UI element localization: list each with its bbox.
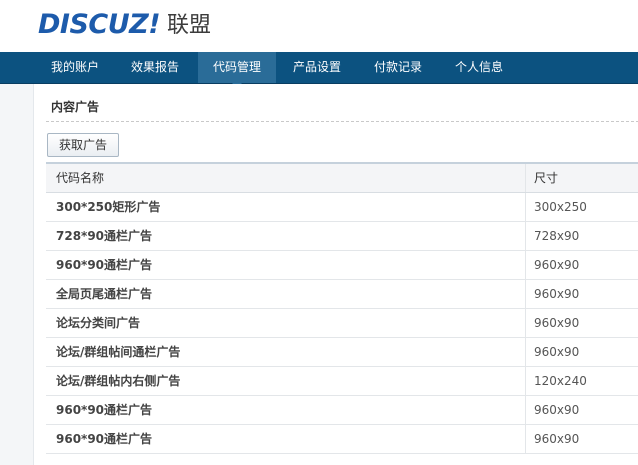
header: DISCUZ! 联盟 xyxy=(0,0,638,52)
section-title: 内容广告 xyxy=(51,100,100,114)
nav-item-code-management[interactable]: 代码管理 xyxy=(198,52,276,88)
nav-item-product-settings[interactable]: 产品设置 xyxy=(280,52,354,83)
code-name-cell[interactable]: 960*90通栏广告 xyxy=(46,425,526,453)
size-cell: 960x90 xyxy=(534,345,580,359)
ad-code-table: 代码名称 尺寸 300*250矩形广告 300x250 728*90通栏广告 7… xyxy=(46,162,638,454)
table-row[interactable]: 960*90通栏广告 960x90 xyxy=(46,251,638,280)
code-name-cell[interactable]: 论坛分类间广告 xyxy=(46,309,526,337)
nav-item-label: 效果报告 xyxy=(130,60,179,74)
logo-brand: DISCUZ! xyxy=(38,9,161,40)
nav-item-profile[interactable]: 个人信息 xyxy=(442,52,516,83)
nav-item-account[interactable]: 我的账户 xyxy=(38,52,112,83)
size-cell: 960x90 xyxy=(534,258,580,272)
page: DISCUZ! 联盟 我的账户 效果报告 代码管理 产品设置 付款记录 个人信息… xyxy=(0,0,638,465)
size-cell: 960x90 xyxy=(534,287,580,301)
nav-item-label: 我的账户 xyxy=(50,60,99,74)
column-header-name: 代码名称 xyxy=(46,164,526,192)
table-row[interactable]: 全局页尾通栏广告 960x90 xyxy=(46,280,638,309)
main-content: 内容广告 获取广告 代码名称 尺寸 300*250矩形广告 300x250 72… xyxy=(33,84,638,465)
nav-item-payments[interactable]: 付款记录 xyxy=(361,52,435,83)
column-header-size: 尺寸 xyxy=(534,171,559,185)
table-row[interactable]: 论坛/群组帖内右侧广告 120x240 xyxy=(46,367,638,396)
code-name-cell[interactable]: 论坛/群组帖内右侧广告 xyxy=(46,367,526,395)
size-cell: 728x90 xyxy=(534,229,580,243)
nav-item-reports[interactable]: 效果报告 xyxy=(118,52,192,83)
nav-item-label: 付款记录 xyxy=(373,60,422,74)
nav-item-label: 代码管理 xyxy=(212,60,261,74)
nav-item-label: 产品设置 xyxy=(292,60,341,74)
size-cell: 300x250 xyxy=(534,200,587,214)
left-gutter xyxy=(0,84,33,465)
code-name-cell[interactable]: 300*250矩形广告 xyxy=(46,193,526,221)
size-cell: 120x240 xyxy=(534,374,587,388)
size-cell: 960x90 xyxy=(534,403,580,417)
nav-item-label: 个人信息 xyxy=(454,60,503,74)
discuz-logo[interactable]: DISCUZ! 联盟 xyxy=(38,4,211,38)
size-cell: 960x90 xyxy=(534,316,580,330)
table-row[interactable]: 300*250矩形广告 300x250 xyxy=(46,193,638,222)
code-name-cell[interactable]: 960*90通栏广告 xyxy=(46,396,526,424)
code-name-cell[interactable]: 728*90通栏广告 xyxy=(46,222,526,250)
code-name-cell[interactable]: 全局页尾通栏广告 xyxy=(46,280,526,308)
table-row[interactable]: 论坛/群组帖间通栏广告 960x90 xyxy=(46,338,638,367)
get-ad-button[interactable]: 获取广告 xyxy=(47,133,119,157)
size-cell: 960x90 xyxy=(534,432,580,446)
table-row[interactable]: 960*90通栏广告 960x90 xyxy=(46,396,638,425)
code-name-cell[interactable]: 论坛/群组帖间通栏广告 xyxy=(46,338,526,366)
table-header-row: 代码名称 尺寸 xyxy=(46,164,638,193)
code-name-cell[interactable]: 960*90通栏广告 xyxy=(46,251,526,279)
table-row[interactable]: 728*90通栏广告 728x90 xyxy=(46,222,638,251)
logo-subtitle: 联盟 xyxy=(167,13,212,38)
divider xyxy=(46,121,638,122)
table-row[interactable]: 960*90通栏广告 960x90 xyxy=(46,425,638,454)
main-nav: 我的账户 效果报告 代码管理 产品设置 付款记录 个人信息 xyxy=(0,52,638,88)
table-row[interactable]: 论坛分类间广告 960x90 xyxy=(46,309,638,338)
